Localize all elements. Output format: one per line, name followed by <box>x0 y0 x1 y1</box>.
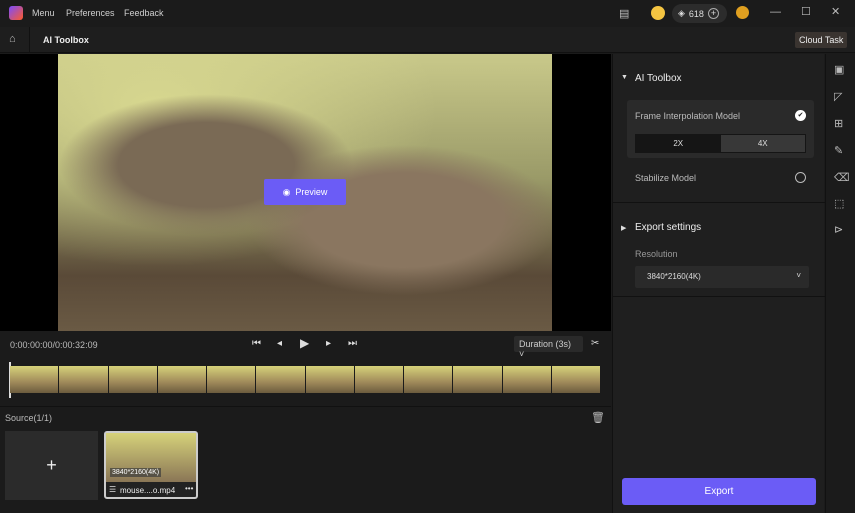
prev-frame-icon[interactable]: ◂ <box>277 338 282 349</box>
skip-start-icon[interactable]: ⏮ <box>252 338 261 349</box>
resolution-value: 3840*2160(4K) <box>647 272 701 281</box>
magic-select-icon[interactable]: ⬚ <box>834 197 844 210</box>
minimize-icon[interactable]: — <box>770 6 781 18</box>
trash-icon[interactable]: 🗑 <box>591 411 605 424</box>
curve-icon[interactable]: ◸ <box>834 90 842 103</box>
colorize-icon[interactable]: ✎ <box>834 144 843 157</box>
ai-toolbox-section[interactable]: AI Toolbox <box>635 73 682 84</box>
video-add-icon[interactable]: ⊳ <box>834 223 843 236</box>
collapse-icon[interactable]: ▼ <box>621 74 628 81</box>
preview-button[interactable]: ◉ Preview <box>264 179 346 205</box>
credits-count: 618 <box>688 8 704 19</box>
preferences-button[interactable]: Preferences <box>66 8 115 18</box>
duration-label: Duration (3s) <box>519 339 572 349</box>
premium-icon[interactable] <box>651 6 665 20</box>
timeline-strip[interactable] <box>10 366 600 393</box>
title-bar: Menu Preferences Feedback ▤ ◈ 618 + — ☐ … <box>0 0 855 27</box>
credits-badge[interactable]: ◈ 618 + <box>672 4 727 23</box>
close-icon[interactable]: ✕ <box>831 5 840 18</box>
eraser-icon[interactable]: ⌫ <box>834 171 850 184</box>
settings-panel: ▼ AI Toolbox Frame Interpolation Model ✔… <box>612 54 825 513</box>
clip-name: mouse....o.mp4 <box>120 486 176 495</box>
export-button[interactable]: Export <box>622 478 816 505</box>
add-credits-icon[interactable]: + <box>707 8 719 19</box>
export-settings-section[interactable]: Export settings <box>635 222 701 233</box>
next-frame-icon[interactable]: ▸ <box>326 338 331 349</box>
menu-button[interactable]: Menu <box>32 8 55 18</box>
duration-dropdown[interactable]: Duration (3s) ˅ <box>514 336 583 359</box>
ai-toolbox-icon[interactable]: ⊞ <box>834 117 843 130</box>
message-icon[interactable]: ▤ <box>619 7 629 20</box>
resolution-dropdown[interactable]: 3840*2160(4K) ˅ <box>635 266 809 288</box>
sub-header: ⌂ AI Toolbox Cloud Task <box>0 27 855 53</box>
add-file-button[interactable]: + <box>5 431 98 500</box>
skip-end-icon[interactable]: ⏭ <box>348 338 357 349</box>
cloud-task-button[interactable]: Cloud Task <box>795 32 848 48</box>
resolution-label: Resolution <box>635 249 678 259</box>
home-icon[interactable]: ⌂ <box>9 33 16 45</box>
app-logo <box>9 6 23 20</box>
option-2x[interactable]: 2X <box>636 135 721 152</box>
stabilize-radio[interactable] <box>795 172 806 183</box>
frame-interpolation-card[interactable]: Frame Interpolation Model ✔ 2X 4X <box>627 100 814 158</box>
page-title: AI Toolbox <box>43 35 89 45</box>
source-clip[interactable]: 3840*2160(4K) ☰ mouse....o.mp4 ••• <box>104 431 198 499</box>
eye-icon: ◉ <box>282 186 291 197</box>
clip-type-icon: ☰ <box>109 485 117 494</box>
play-icon[interactable]: ▶ <box>300 336 309 350</box>
maximize-icon[interactable]: ☐ <box>801 5 811 18</box>
frame-model-label: Frame Interpolation Model <box>635 111 741 121</box>
check-icon[interactable]: ✔ <box>795 110 806 121</box>
source-title: Source(1/1) <box>5 413 53 423</box>
expand-icon[interactable]: ▶ <box>621 224 626 232</box>
stabilize-label: Stabilize Model <box>635 173 697 183</box>
tool-sidebar: ▣ ◸ ⊞ ✎ ⌫ ⬚ ⊳ <box>825 54 855 513</box>
scissors-icon[interactable]: ✂ <box>591 338 599 349</box>
upscale-icon[interactable]: ▣ <box>834 63 844 76</box>
account-icon[interactable] <box>736 6 749 19</box>
more-icon[interactable]: ••• <box>185 484 193 493</box>
clip-resolution: 3840*2160(4K) <box>110 468 162 477</box>
multiplier-toggle[interactable]: 2X 4X <box>635 134 806 153</box>
chevron-down-icon: ˅ <box>796 271 801 280</box>
option-4x[interactable]: 4X <box>720 135 805 152</box>
timecode: 0:00:00:00/0:00:32:09 <box>10 340 98 350</box>
feedback-button[interactable]: Feedback <box>124 8 164 18</box>
preview-label: Preview <box>295 187 328 197</box>
diamond-icon: ◈ <box>678 8 685 18</box>
